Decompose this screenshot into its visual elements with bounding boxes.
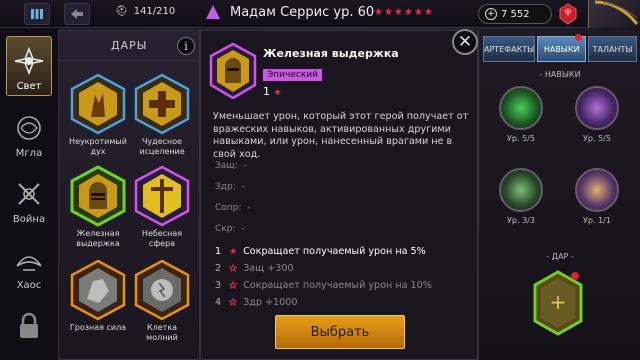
- stat-row: Защ: -: [215, 161, 248, 171]
- add-currency-icon[interactable]: +: [485, 8, 497, 20]
- celestial-orb-icon: [133, 165, 191, 227]
- gift-slot-indomitable-spirit[interactable]: Неукротимый дух: [67, 73, 129, 159]
- affinity-tab-light[interactable]: Свет: [6, 36, 52, 96]
- gift-level-value: 1: [263, 85, 270, 98]
- info-icon[interactable]: i: [177, 37, 195, 55]
- currency-box[interactable]: + 7 552: [478, 4, 552, 24]
- back-icon[interactable]: [64, 3, 90, 25]
- mist-icon: [13, 112, 45, 144]
- gifts-header: ДАРЫ i: [59, 31, 201, 61]
- skill-slot-2[interactable]: Ур. 5/5: [574, 86, 620, 148]
- close-icon[interactable]: ✕: [452, 29, 478, 55]
- stat-row: Сопр: -: [215, 203, 251, 213]
- gift-detail-panel: Железная выдержка Эпический 1 ★ Уменьшае…: [200, 30, 478, 360]
- gifts-panel: ДАРЫ i Неукротимый дух Чудесное исцелени…: [58, 30, 201, 360]
- top-bar: ⛑ 141/210 Мадам Серрис ур. 60 ★★★★★★ + 7…: [0, 0, 640, 28]
- gift-slot-fearsome-might[interactable]: Грозная сила: [67, 259, 129, 345]
- star-icon: ★: [229, 246, 238, 257]
- rarity-triangle-icon: [206, 5, 220, 19]
- affinity-sidebar: Свет Мгла Война Хаос: [0, 28, 58, 360]
- skill-1-icon: [499, 86, 543, 130]
- skill-slot-4[interactable]: Ур. 1/1: [574, 168, 620, 230]
- rarity-badge: Эпический: [263, 69, 322, 81]
- lightning-cage-icon: [133, 259, 191, 321]
- tab-skills[interactable]: НАВЫКИ: [537, 34, 587, 62]
- affinity-tab-mist[interactable]: Мгла: [6, 102, 52, 162]
- equipped-gift-slot[interactable]: +: [533, 270, 583, 336]
- gifts-title: ДАРЫ: [111, 39, 148, 52]
- menu-icon[interactable]: [24, 3, 50, 25]
- war-icon: [13, 178, 45, 210]
- star-outline-icon: ★: [229, 263, 238, 274]
- gift-level: 1 ★: [263, 85, 282, 98]
- gift-slot-iron-will[interactable]: Железная выдержка: [67, 165, 129, 251]
- gift-level-list: 1 ★ Сокращает получаемый урон на 5% 2 ★ Защ …: [215, 243, 432, 311]
- hero-stars: ★★★★★★: [374, 7, 434, 18]
- skills-section-title: - НАВЫКИ: [539, 70, 581, 79]
- hero-count: ⛑ 141/210: [115, 6, 176, 17]
- gem-icon: [556, 3, 580, 25]
- level-row: 1 ★ Сокращает получаемый урон на 5%: [215, 246, 426, 257]
- stat-row: Здр: -: [215, 182, 245, 192]
- fearsome-might-icon: [69, 259, 127, 321]
- affinity-tab-chaos[interactable]: Хаос: [6, 234, 52, 294]
- star-outline-icon: ★: [229, 297, 238, 308]
- tab-artifacts[interactable]: АРТЕФАКТЫ: [483, 36, 536, 62]
- side-tabs: АРТЕФАКТЫ НАВЫКИ ТАЛАНТЫ: [483, 34, 638, 62]
- level-row: 2 ★ Защ +300: [215, 263, 294, 274]
- gift-slot-lightning-cage[interactable]: Клетка молний: [131, 259, 193, 345]
- star-outline-icon: ★: [229, 280, 238, 291]
- corner-ornament: [588, 0, 640, 28]
- iron-will-icon: [69, 165, 127, 227]
- gift-name: Железная выдержка: [263, 47, 399, 60]
- gift-slot-celestial-orb[interactable]: Небесная сфера: [131, 165, 193, 251]
- gift-description: Уменьшает урон, который этот герой получ…: [213, 111, 469, 160]
- indomitable-spirit-icon: [69, 73, 127, 135]
- level-row: 4 ★ Здр +1000: [215, 297, 298, 308]
- add-gift-plus: +: [549, 290, 567, 314]
- gift-section-title: - ДАР -: [546, 252, 574, 261]
- gift-stats: Защ: - Здр: - Сопр: - Скр: -: [215, 161, 251, 245]
- affinity-tab-war[interactable]: Война: [6, 168, 52, 228]
- skill-3-icon: [499, 168, 543, 212]
- hero-title: Мадам Серрис ур. 60: [230, 5, 375, 20]
- skill-2-icon: [575, 86, 619, 130]
- skill-4-icon: [575, 168, 619, 212]
- skill-slot-1[interactable]: Ур. 5/5: [498, 86, 544, 148]
- skill-slot-3[interactable]: Ур. 3/3: [498, 168, 544, 230]
- star-icon: ★: [273, 88, 282, 98]
- light-icon: [13, 45, 45, 77]
- level-row: 3 ★ Сокращает получаемый урон на 10%: [215, 280, 432, 291]
- tab-talents[interactable]: ТАЛАНТЫ: [588, 36, 638, 62]
- selected-gift-icon: [209, 42, 257, 100]
- miraculous-heal-icon: [133, 73, 191, 135]
- choose-button[interactable]: Выбрать: [275, 315, 405, 349]
- notification-dot: [575, 34, 583, 41]
- lock-icon: [18, 312, 40, 338]
- gift-slot-miraculous-heal[interactable]: Чудесное исцеление: [131, 73, 193, 159]
- stat-row: Скр: -: [215, 224, 245, 234]
- chaos-icon: [13, 244, 45, 276]
- helmet-icon: ⛑: [115, 6, 128, 17]
